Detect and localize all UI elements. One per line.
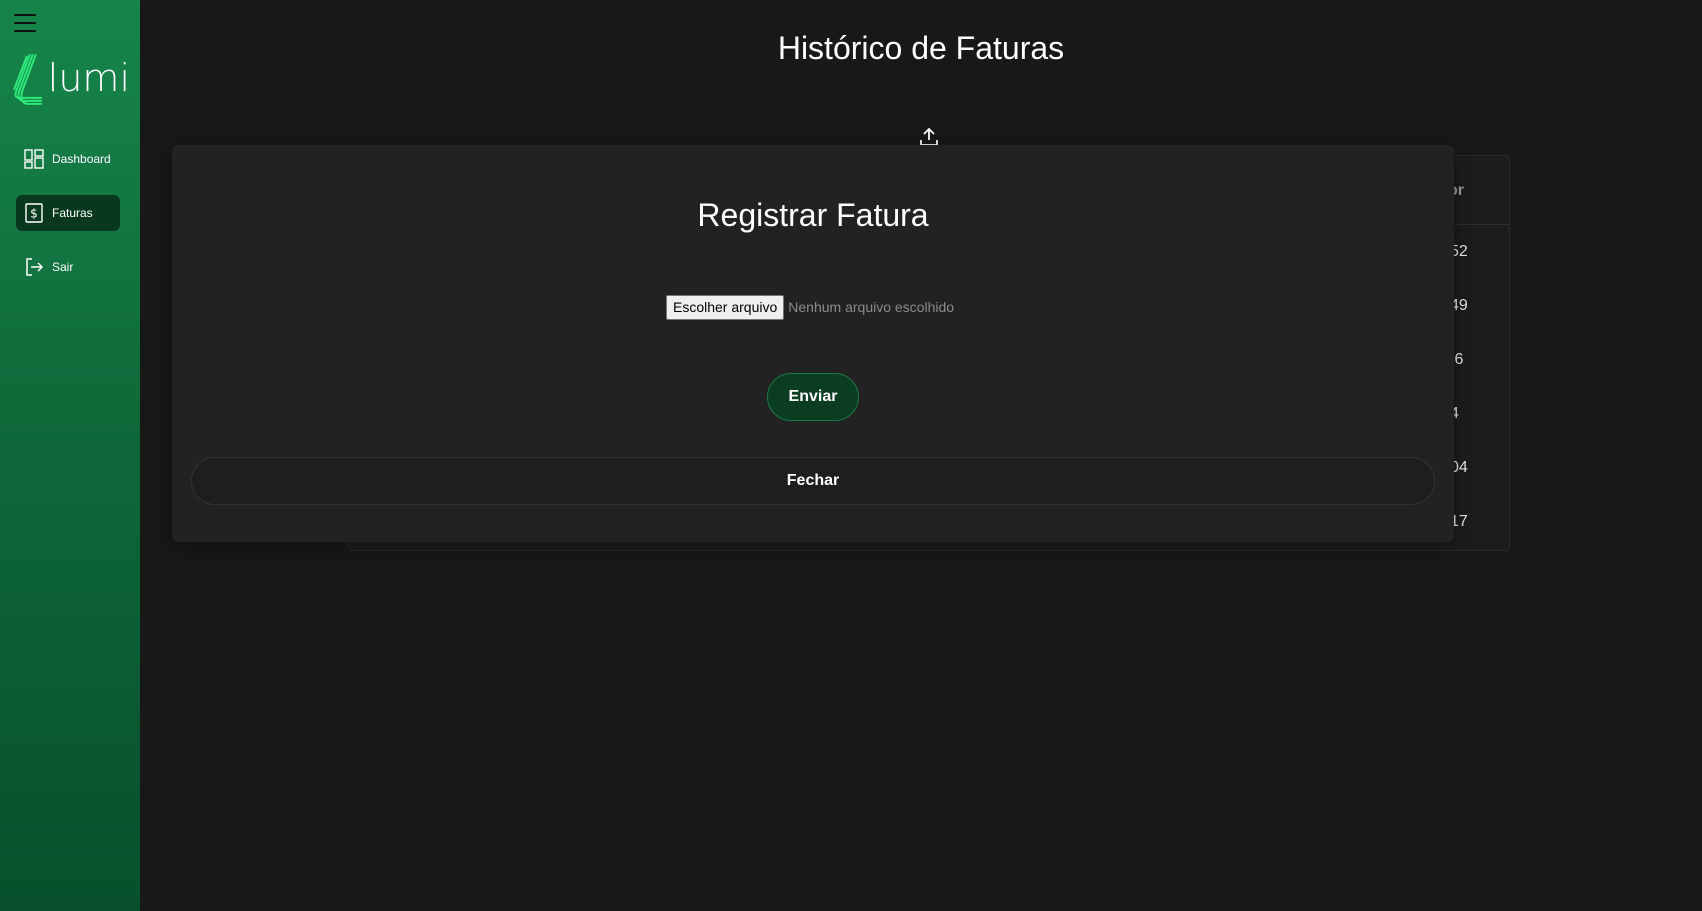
svg-text:$: $ (30, 207, 38, 221)
dashboard-grid-icon (24, 149, 44, 169)
file-status-text: Nenhum arquivo escolhido (788, 299, 955, 315)
dollar-document-icon: $ (25, 203, 43, 223)
page-title: Histórico de Faturas (777, 30, 1065, 66)
sidebar-nav: Dashboard $ Faturas Sair (16, 141, 120, 303)
lumi-logo: lumi (10, 52, 130, 108)
sidebar-item-faturas[interactable]: $ Faturas (16, 195, 120, 231)
send-button[interactable]: Enviar (767, 373, 859, 421)
logo-text: lumi (47, 56, 130, 100)
sidebar-item-label: Sair (52, 260, 74, 274)
register-invoice-modal: Registrar Fatura Escolher arquivo Nenhum… (172, 145, 1454, 542)
file-input: Escolher arquivo Nenhum arquivo escolhid… (666, 294, 954, 320)
hamburger-menu-icon[interactable] (14, 14, 36, 36)
choose-file-button[interactable]: Escolher arquivo (666, 294, 785, 320)
sidebar: lumi Dashboard $ Faturas Sair (0, 0, 140, 911)
close-button[interactable]: Fechar (191, 457, 1435, 505)
sidebar-item-label: Faturas (52, 206, 93, 220)
sidebar-item-sair[interactable]: Sair (16, 249, 120, 285)
sidebar-item-dashboard[interactable]: Dashboard (16, 141, 120, 177)
logout-icon (26, 258, 44, 276)
sidebar-item-label: Dashboard (52, 152, 111, 166)
lumi-logo-mark-icon (13, 53, 42, 105)
modal-title: Registrar Fatura (697, 197, 929, 233)
